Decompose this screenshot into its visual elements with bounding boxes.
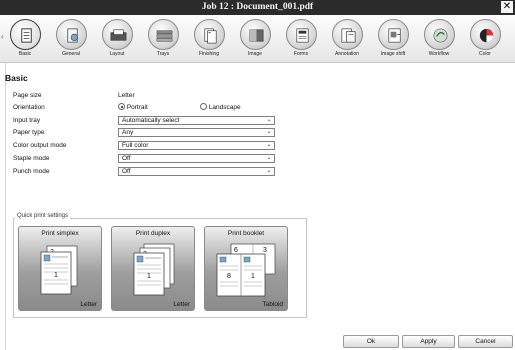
scroll-left-icon[interactable]: ‹ — [1, 32, 4, 41]
chevron-down-icon: ⌄ — [266, 117, 272, 123]
chevron-down-icon: ⌄ — [266, 142, 272, 148]
cancel-button[interactable]: Cancel — [458, 335, 513, 348]
close-button[interactable]: ✕ — [501, 1, 513, 13]
tab-forms[interactable]: Forms — [281, 19, 321, 61]
quick-print-legend: Quick print settings — [15, 213, 71, 219]
orientation-landscape-option[interactable]: Landscape — [200, 103, 241, 111]
paper-type-label: Paper type — [13, 129, 45, 136]
tab-annotation[interactable]: Annotation — [327, 19, 367, 61]
print-duplex-size: Letter — [173, 301, 190, 308]
category-toolbar: ‹ Basic General Layout Trays Finishing I — [0, 15, 515, 63]
booklet-page-number: 3 — [263, 247, 267, 254]
duplex-pages-icon: 3 1 — [133, 243, 175, 296]
color-output-mode-label: Color output mode — [13, 142, 67, 149]
booklet-pages-icon: 6 3 8 1 — [216, 243, 276, 297]
finishing-icon — [193, 19, 225, 50]
orientation-label: Orientation — [13, 104, 45, 111]
input-tray-row: Input tray Automatically select ⌄ — [13, 116, 275, 126]
landscape-label: Landscape — [208, 104, 241, 111]
simplex-pages-icon: 2 1 — [40, 245, 78, 295]
booklet-page-number: 8 — [227, 273, 231, 280]
tab-color-label: Color — [479, 51, 491, 57]
tab-general-label: General — [62, 51, 80, 57]
tab-workflow-label: Workflow — [428, 51, 450, 57]
staple-mode-label: Staple mode — [13, 155, 50, 162]
tab-trays-label: Trays — [156, 51, 170, 57]
print-booklet-size: Tabloid — [262, 301, 283, 308]
input-tray-label: Input tray — [13, 117, 41, 124]
tab-image-shift-label: Image shift — [380, 51, 406, 57]
staple-mode-value: Off — [122, 155, 131, 162]
print-simplex-title: Print simplex — [41, 230, 79, 237]
tab-image[interactable]: Image — [235, 19, 275, 61]
tab-workflow[interactable]: Workflow — [419, 19, 459, 61]
tab-finishing-label: Finishing — [198, 51, 219, 57]
section-title: Basic — [5, 73, 28, 83]
punch-mode-select[interactable]: Off ⌄ — [118, 167, 275, 176]
print-simplex-size: Letter — [80, 301, 97, 308]
annotation-icon — [331, 19, 363, 50]
forms-icon — [285, 19, 317, 50]
chevron-down-icon: ⌄ — [266, 155, 272, 161]
orientation-portrait-option[interactable]: Portrait — [118, 103, 148, 111]
tab-forms-label: Forms — [293, 51, 309, 57]
color-icon — [469, 19, 501, 50]
page-size-value: Letter — [118, 92, 135, 99]
input-tray-value: Automatically select — [122, 117, 180, 124]
orientation-row: Orientation Portrait Landscape — [13, 103, 275, 113]
punch-mode-row: Punch mode Off ⌄ — [13, 167, 275, 177]
paper-type-select[interactable]: Any ⌄ — [118, 128, 275, 137]
tab-basic-label: Basic — [18, 51, 32, 57]
tab-finishing[interactable]: Finishing — [189, 19, 229, 61]
simplex-page-number: 1 — [54, 272, 58, 279]
punch-mode-label: Punch mode — [13, 168, 50, 175]
color-output-mode-row: Color output mode Full color ⌄ — [13, 141, 275, 151]
color-output-mode-select[interactable]: Full color ⌄ — [118, 141, 275, 150]
close-icon: ✕ — [502, 1, 512, 12]
paper-type-row: Paper type Any ⌄ — [13, 128, 275, 138]
color-output-mode-value: Full color — [122, 142, 149, 149]
chevron-down-icon: ⌄ — [266, 129, 272, 135]
input-tray-select[interactable]: Automatically select ⌄ — [118, 116, 275, 125]
tab-basic[interactable]: Basic — [5, 19, 45, 61]
print-booklet-preset[interactable]: Print booklet 6 3 8 1 Tabloid — [204, 226, 288, 311]
workflow-icon — [423, 19, 455, 50]
paper-type-value: Any — [122, 129, 134, 136]
staple-mode-select[interactable]: Off ⌄ — [118, 154, 275, 163]
print-duplex-preset[interactable]: Print duplex 3 1 Letter — [111, 226, 195, 311]
radio-selected-icon[interactable] — [118, 103, 125, 110]
layout-icon — [101, 19, 133, 50]
tab-image-shift[interactable]: Image shift — [373, 19, 413, 61]
staple-mode-row: Staple mode Off ⌄ — [13, 154, 275, 164]
tab-layout-label: Layout — [109, 51, 125, 57]
image-shift-icon — [377, 19, 409, 50]
page-size-label: Page size — [13, 92, 42, 99]
booklet-page-number: 6 — [234, 247, 238, 254]
image-quality-icon — [239, 19, 271, 50]
tab-annotation-label: Annotation — [335, 51, 359, 57]
print-booklet-title: Print booklet — [227, 230, 265, 237]
tab-trays[interactable]: Trays — [143, 19, 183, 61]
title-bar: Job 12 : Document_001.pdf ✕ — [0, 0, 515, 15]
portrait-label: Portrait — [126, 104, 148, 111]
print-duplex-title: Print duplex — [135, 230, 171, 237]
trays-icon — [147, 19, 179, 50]
tab-color[interactable]: Color — [465, 19, 505, 61]
window-title: Job 12 : Document_001.pdf — [201, 2, 314, 12]
apply-button[interactable]: Apply — [402, 335, 455, 348]
page-size-row: Page size Letter — [13, 91, 275, 101]
radio-unselected-icon[interactable] — [200, 103, 207, 110]
tab-general[interactable]: General — [51, 19, 91, 61]
print-simplex-preset[interactable]: Print simplex 2 1 Letter — [18, 226, 102, 311]
chevron-down-icon: ⌄ — [266, 168, 272, 174]
general-settings-icon — [55, 19, 87, 50]
punch-mode-value: Off — [122, 168, 131, 175]
basic-document-icon — [9, 19, 41, 50]
duplex-page-number: 1 — [147, 273, 151, 280]
tab-image-label: Image — [248, 51, 262, 57]
booklet-page-number: 1 — [251, 273, 255, 280]
ok-button[interactable]: Ok — [343, 335, 399, 348]
tab-layout[interactable]: Layout — [97, 19, 137, 61]
